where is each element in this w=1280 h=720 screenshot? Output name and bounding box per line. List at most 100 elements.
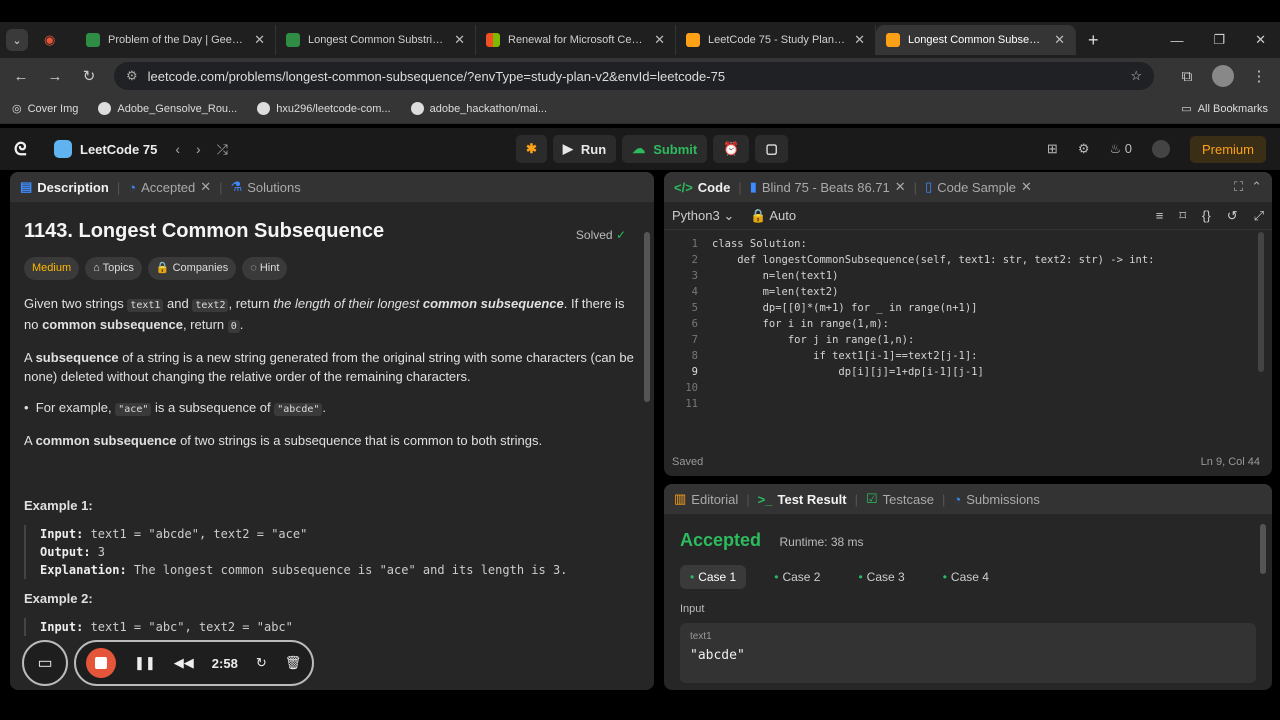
minimize-icon[interactable]: — bbox=[1170, 33, 1183, 48]
browser-tab-3[interactable]: Renewal for Microsoft Certified: ✕ bbox=[476, 25, 676, 55]
case-tab-4[interactable]: Case 4 bbox=[933, 565, 999, 589]
result-panel: ▥ Editorial | >_ Test Result | ☑ Testcas… bbox=[664, 484, 1272, 690]
close-icon[interactable]: ✕ bbox=[1054, 32, 1065, 48]
all-bookmarks-label: All Bookmarks bbox=[1197, 102, 1268, 115]
strong-text: subsequence bbox=[35, 350, 119, 365]
close-icon[interactable]: ✕ bbox=[895, 179, 906, 195]
strong-text: common subsequence bbox=[35, 433, 177, 448]
auto-mode[interactable]: 🔒 Auto bbox=[750, 208, 796, 224]
bookmark-item[interactable]: ◎ Cover Img bbox=[12, 102, 78, 116]
run-button[interactable]: ▶ Run bbox=[552, 135, 617, 163]
tab-solutions[interactable]: ⚗ Solutions bbox=[231, 179, 301, 195]
bookmark-item[interactable]: Adobe_Gensolve_Rou... bbox=[98, 102, 237, 115]
verdict-row: Accepted Runtime: 38 ms bbox=[680, 530, 1256, 551]
companies-chip[interactable]: 🔒 Companies bbox=[147, 257, 237, 280]
back-arrow-icon[interactable]: ← bbox=[12, 68, 30, 85]
input-box: text1 "abcde" bbox=[680, 623, 1256, 683]
pause-icon[interactable]: ❚❚ bbox=[134, 655, 156, 671]
all-bookmarks[interactable]: ▭ All Bookmarks bbox=[1181, 102, 1268, 116]
github-icon bbox=[98, 102, 112, 115]
bookmark-item[interactable]: hxu296/leetcode-com... bbox=[257, 102, 391, 115]
fullscreen-icon[interactable]: ⤢ bbox=[1254, 208, 1264, 224]
leetcode-logo-icon[interactable]: ᘓ bbox=[14, 139, 32, 159]
bookmark-item[interactable]: adobe_hackathon/mai... bbox=[410, 102, 547, 115]
editor-scrollbar[interactable] bbox=[1258, 232, 1264, 372]
notes-button[interactable]: ▢ bbox=[755, 135, 788, 163]
next-problem-icon[interactable]: › bbox=[196, 141, 201, 158]
close-icon[interactable]: ✕ bbox=[854, 32, 865, 48]
camera-toggle-button[interactable]: ▭ bbox=[22, 640, 68, 686]
close-icon[interactable]: ✕ bbox=[254, 32, 265, 48]
close-icon[interactable]: ✕ bbox=[454, 32, 465, 48]
profile-avatar[interactable] bbox=[1212, 65, 1234, 87]
browser-tab-5[interactable]: Longest Common Subsequence ✕ bbox=[876, 25, 1076, 55]
extensions-icon[interactable]: ⧉ bbox=[1178, 68, 1196, 85]
streak-counter[interactable]: ♨ 0 bbox=[1109, 141, 1132, 157]
case-tab-1[interactable]: Case 1 bbox=[680, 565, 747, 589]
text: Given two strings bbox=[24, 296, 128, 311]
stop-recording-button[interactable] bbox=[86, 648, 116, 678]
case-tab-2[interactable]: Case 2 bbox=[764, 565, 830, 589]
site-info-icon[interactable]: ⚙ bbox=[126, 68, 138, 84]
tab-submissions[interactable]: ◔ Submissions bbox=[953, 492, 1040, 507]
bookmark-label: Adobe_Gensolve_Rou... bbox=[117, 102, 238, 115]
window-close-icon[interactable]: ✕ bbox=[1255, 32, 1266, 48]
menu-dots-icon[interactable]: ⋮ bbox=[1250, 67, 1268, 85]
timer-button[interactable]: ⏰ bbox=[713, 135, 750, 163]
restart-icon[interactable]: ↻ bbox=[256, 655, 267, 671]
code-editor[interactable]: 1 2 3 4 5 6 7 8 9 10 11 class Solution: … bbox=[664, 230, 1272, 448]
description-scrollbar[interactable] bbox=[644, 232, 650, 402]
browser-tab-4[interactable]: LeetCode 75 - Study Plan - Leet ✕ bbox=[676, 25, 876, 55]
shuffle-icon[interactable]: ⤮ bbox=[217, 141, 228, 158]
bookmark-outline-icon[interactable]: ⌑ bbox=[1179, 208, 1186, 224]
braces-icon[interactable]: {} bbox=[1202, 208, 1211, 223]
language-select[interactable]: Python3 ⌄ bbox=[672, 208, 734, 224]
collapse-icon[interactable]: ⌃ bbox=[1251, 179, 1262, 195]
tab-code-sample[interactable]: ▯ Code Sample ✕ bbox=[925, 179, 1032, 195]
rewind-icon[interactable]: ◀◀ bbox=[174, 655, 194, 671]
tab-test-result[interactable]: >_ Test Result bbox=[758, 492, 847, 507]
result-scrollbar[interactable] bbox=[1260, 524, 1266, 574]
bookmark-label: hxu296/leetcode-com... bbox=[276, 102, 391, 115]
new-tab-icon[interactable]: + bbox=[1088, 30, 1099, 51]
close-icon[interactable]: ✕ bbox=[654, 32, 665, 48]
case-tab-3[interactable]: Case 3 bbox=[848, 565, 914, 589]
tab-search-icon[interactable]: ⌄ bbox=[6, 29, 28, 51]
submit-button[interactable]: ☁ Submit bbox=[622, 135, 708, 163]
recording-tab-indicator[interactable]: ◉ bbox=[36, 25, 76, 55]
description-panel: ▤ Description | ◔ Accepted ✕ | ⚗ Solutio… bbox=[10, 172, 654, 690]
reset-icon[interactable]: ↺ bbox=[1227, 208, 1238, 224]
premium-button[interactable]: Premium bbox=[1189, 135, 1266, 163]
reload-icon[interactable]: ↻ bbox=[80, 67, 98, 85]
browser-tab-1[interactable]: Problem of the Day | GeeksforGe ✕ bbox=[76, 25, 276, 55]
bookmark-star-icon[interactable]: ☆ bbox=[1130, 68, 1142, 84]
tab-code[interactable]: </> Code bbox=[674, 180, 730, 195]
tab-testcase[interactable]: ☑ Testcase bbox=[866, 491, 934, 507]
tab-editorial[interactable]: ▥ Editorial bbox=[674, 491, 738, 507]
book-icon: ▥ bbox=[674, 491, 687, 506]
tab-description[interactable]: ▤ Description bbox=[20, 179, 109, 195]
study-plan-link[interactable]: LeetCode 75 bbox=[54, 140, 157, 158]
prev-problem-icon[interactable]: ‹ bbox=[175, 141, 180, 158]
url-input[interactable]: ⚙ leetcode.com/problems/longest-common-s… bbox=[114, 62, 1154, 90]
chip-label: Hint bbox=[259, 262, 280, 274]
format-icon[interactable]: ≡ bbox=[1156, 208, 1164, 223]
close-icon[interactable]: ✕ bbox=[200, 179, 211, 195]
settings-gear-icon[interactable]: ⚙ bbox=[1078, 141, 1090, 157]
layout-grid-icon[interactable]: ⊞ bbox=[1047, 141, 1058, 157]
maximize-icon[interactable]: ⛶ bbox=[1234, 179, 1243, 195]
trash-icon[interactable]: 🗑 bbox=[285, 655, 302, 671]
close-icon[interactable]: ✕ bbox=[1021, 179, 1032, 195]
restore-icon[interactable]: ❐ bbox=[1213, 32, 1225, 48]
debug-button[interactable]: ✱ bbox=[516, 135, 547, 163]
difficulty-badge[interactable]: Medium bbox=[24, 257, 80, 280]
tab-blind75[interactable]: ▮ Blind 75 - Beats 86.71 ✕ bbox=[750, 179, 906, 195]
topics-chip[interactable]: ⌂ Topics bbox=[85, 257, 142, 280]
line-number: 8 bbox=[691, 350, 698, 362]
user-avatar[interactable] bbox=[1151, 140, 1170, 158]
browser-tab-2[interactable]: Longest Common Substring | Pra ✕ bbox=[276, 25, 476, 55]
hint-chip[interactable]: ◌ Hint bbox=[242, 257, 288, 280]
tab-accepted[interactable]: ◔ Accepted ✕ bbox=[128, 179, 211, 195]
example-1-title: Example 1: bbox=[24, 498, 93, 513]
forward-arrow-icon[interactable]: → bbox=[46, 68, 64, 85]
